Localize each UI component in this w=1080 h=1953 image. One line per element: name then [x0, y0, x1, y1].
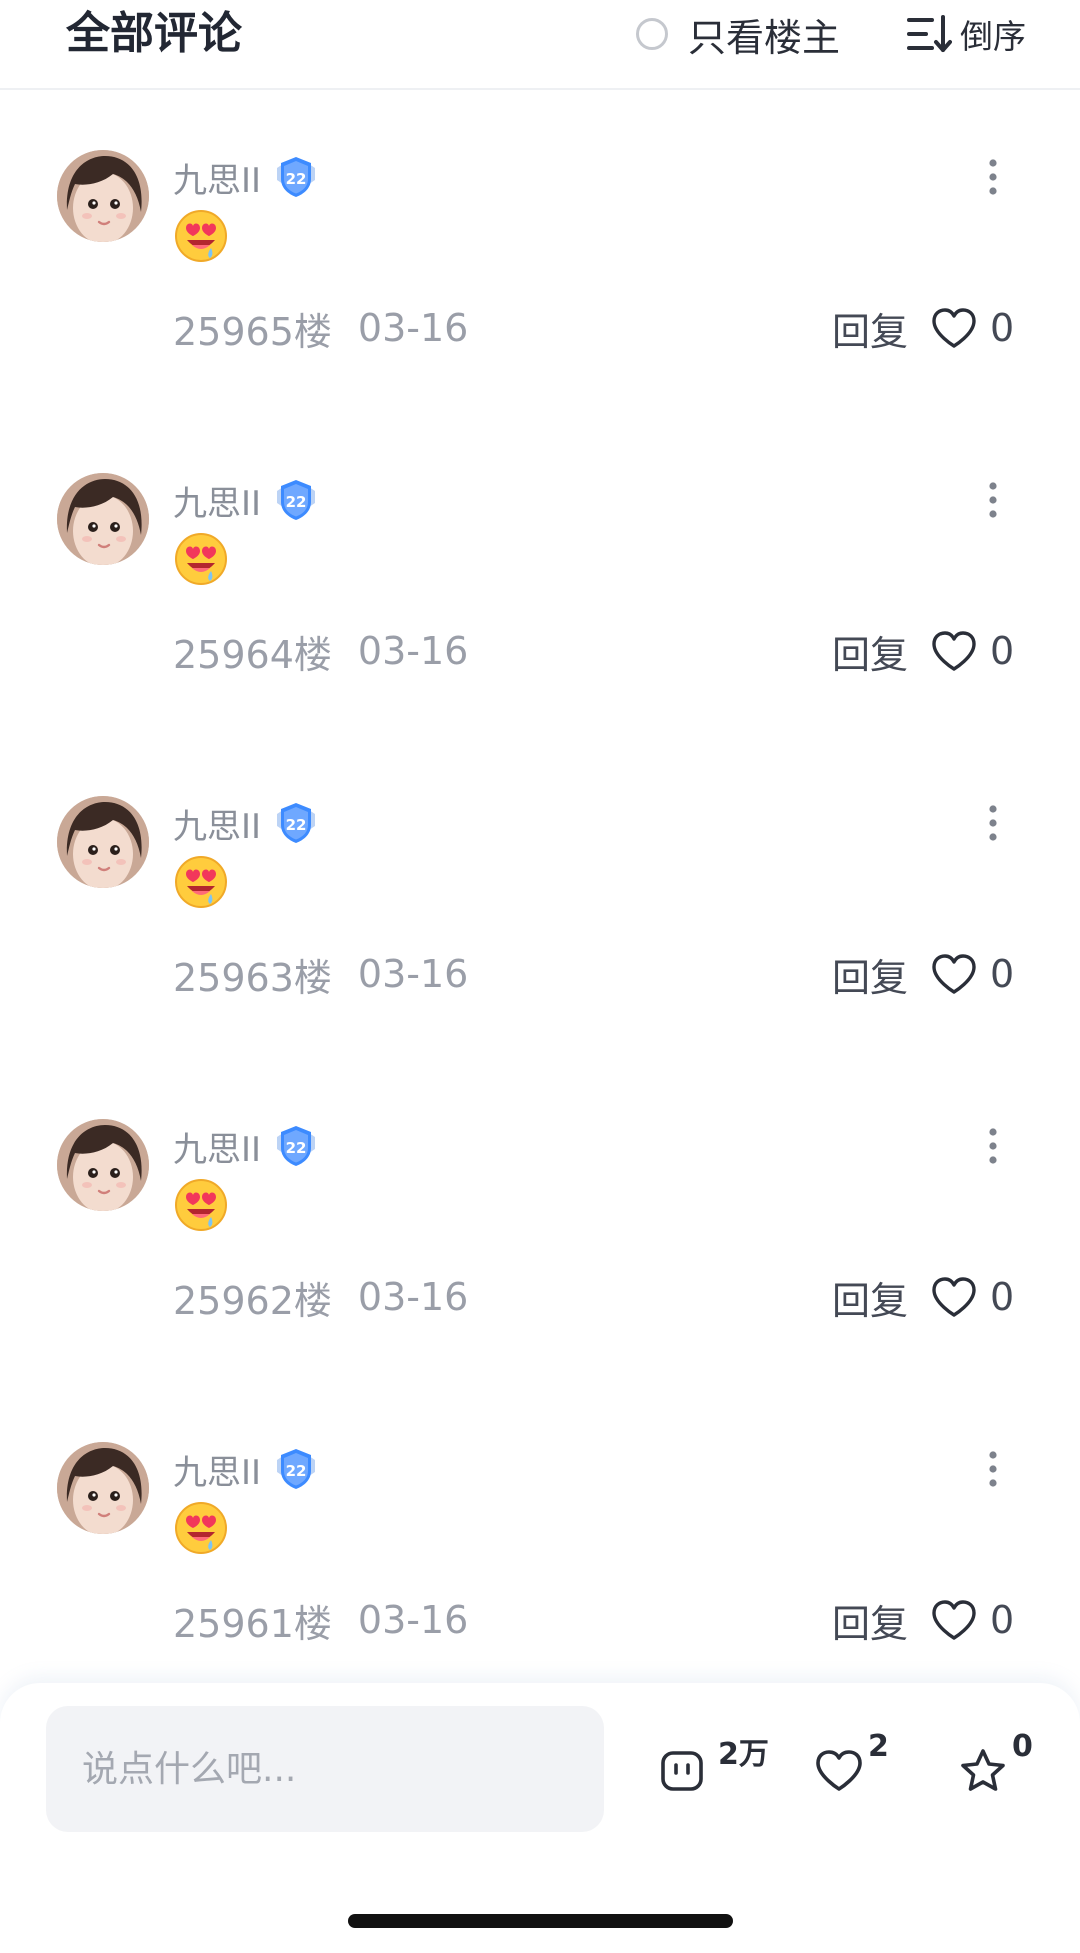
avatar-image — [57, 1442, 149, 1534]
op-only-toggle[interactable]: 只看楼主 — [636, 8, 840, 60]
user-row: 九思II 22 — [173, 1445, 319, 1494]
comment-date: 03-16 — [357, 629, 469, 673]
comment-item: 九思II 22 25962楼 03-16 回复 0 — [0, 1119, 1080, 1442]
comment-actions: 回复 0 — [832, 302, 1014, 354]
like-count: 0 — [990, 629, 1015, 673]
level-number: 22 — [286, 1139, 307, 1157]
comment-meta: 25961楼 03-16 — [173, 1594, 468, 1646]
comments-header: 全部评论 只看楼主 倒序 — [0, 0, 1080, 90]
comment-date: 03-16 — [357, 1598, 469, 1642]
floor-number: 25962楼 — [173, 1278, 332, 1323]
sort-order-button[interactable]: 倒序 — [906, 8, 1026, 60]
reply-button[interactable]: 回复 — [832, 947, 908, 1002]
username[interactable]: 九思II — [173, 476, 261, 525]
avatar[interactable] — [57, 150, 149, 242]
comment-bubble-icon — [661, 1751, 703, 1791]
level-number: 22 — [286, 170, 307, 188]
more-options-icon[interactable] — [978, 154, 1008, 200]
floor-number: 25964楼 — [173, 632, 332, 677]
bottom-action-bar: 2万 2 0 — [0, 1683, 1080, 1953]
heart-eyes-drool-emoji-icon — [175, 210, 227, 262]
reply-button[interactable]: 回复 — [832, 301, 908, 356]
more-options-icon[interactable] — [978, 1446, 1008, 1492]
page-title: 全部评论 — [66, 8, 242, 59]
level-number: 22 — [286, 816, 307, 834]
username[interactable]: 九思II — [173, 1122, 261, 1171]
reply-button[interactable]: 回复 — [832, 624, 908, 679]
comment-meta: 25963楼 03-16 — [173, 948, 468, 1000]
reply-button[interactable]: 回复 — [832, 1270, 908, 1325]
heart-eyes-drool-emoji-icon — [175, 1502, 227, 1554]
comment-actions: 回复 0 — [832, 948, 1014, 1000]
heart-eyes-drool-emoji-icon — [175, 533, 227, 585]
comment-input[interactable] — [46, 1706, 604, 1832]
level-badge-icon: 22 — [277, 1126, 316, 1166]
comment-actions: 回复 0 — [832, 625, 1014, 677]
comment-item: 九思II 22 25964楼 03-16 回复 0 — [0, 473, 1080, 796]
comment-meta: 25962楼 03-16 — [173, 1271, 468, 1323]
avatar-image — [57, 473, 149, 565]
level-number: 22 — [286, 493, 307, 511]
more-options-icon[interactable] — [978, 477, 1008, 523]
favorite-button[interactable]: 0 — [958, 1727, 1038, 1817]
avatar[interactable] — [57, 1119, 149, 1211]
level-number: 22 — [286, 1462, 307, 1480]
favorite-count: 0 — [1012, 1729, 1033, 1764]
heart-icon[interactable] — [930, 1598, 978, 1642]
like-count: 0 — [990, 1598, 1015, 1642]
comment-date: 03-16 — [357, 306, 469, 350]
avatar-image — [57, 1119, 149, 1211]
home-indicator — [348, 1914, 733, 1928]
radio-unchecked-icon[interactable] — [636, 18, 668, 50]
heart-icon[interactable] — [930, 1275, 978, 1319]
floor-number: 25961楼 — [173, 1601, 332, 1646]
comment-date: 03-16 — [357, 952, 469, 996]
op-only-label[interactable]: 只看楼主 — [688, 7, 840, 62]
comment-actions: 回复 0 — [832, 1594, 1014, 1646]
user-row: 九思II 22 — [173, 476, 319, 525]
like-count: 0 — [990, 952, 1015, 996]
reply-button[interactable]: 回复 — [832, 1593, 908, 1648]
level-badge-icon: 22 — [277, 157, 316, 197]
level-badge-icon: 22 — [277, 480, 316, 520]
avatar-image — [57, 150, 149, 242]
heart-icon — [816, 1750, 862, 1791]
like-count: 0 — [990, 306, 1015, 350]
comment-date: 03-16 — [357, 1275, 469, 1319]
more-options-icon[interactable] — [978, 800, 1008, 846]
level-badge-icon: 22 — [277, 803, 316, 843]
heart-icon[interactable] — [930, 629, 978, 673]
heart-icon[interactable] — [930, 952, 978, 996]
comment-count-button[interactable]: 2万 — [658, 1727, 769, 1817]
sort-icon — [907, 15, 952, 52]
comment-item: 九思II 22 25963楼 03-16 回复 0 — [0, 796, 1080, 1119]
comment-item: 九思II 22 25965楼 03-16 回复 0 — [0, 150, 1080, 473]
comment-total-count: 2万 — [718, 1737, 769, 1772]
post-like-count: 2 — [868, 1729, 889, 1764]
star-icon — [961, 1749, 1005, 1791]
username[interactable]: 九思II — [173, 799, 261, 848]
avatar[interactable] — [57, 473, 149, 565]
username[interactable]: 九思II — [173, 153, 261, 202]
user-row: 九思II 22 — [173, 799, 319, 848]
heart-eyes-drool-emoji-icon — [175, 1179, 227, 1231]
more-options-icon[interactable] — [978, 1123, 1008, 1169]
post-like-button[interactable]: 2 — [814, 1727, 894, 1817]
user-row: 九思II 22 — [173, 1122, 319, 1171]
level-badge-icon: 22 — [277, 1449, 316, 1489]
like-count: 0 — [990, 1275, 1015, 1319]
avatar-image — [57, 796, 149, 888]
username[interactable]: 九思II — [173, 1445, 261, 1494]
comment-actions: 回复 0 — [832, 1271, 1014, 1323]
heart-icon[interactable] — [930, 306, 978, 350]
comment-meta: 25965楼 03-16 — [173, 302, 468, 354]
sort-label[interactable]: 倒序 — [960, 10, 1026, 58]
avatar[interactable] — [57, 796, 149, 888]
user-row: 九思II 22 — [173, 153, 319, 202]
avatar[interactable] — [57, 1442, 149, 1534]
floor-number: 25963楼 — [173, 955, 332, 1000]
heart-eyes-drool-emoji-icon — [175, 856, 227, 908]
comment-meta: 25964楼 03-16 — [173, 625, 468, 677]
floor-number: 25965楼 — [173, 309, 332, 354]
